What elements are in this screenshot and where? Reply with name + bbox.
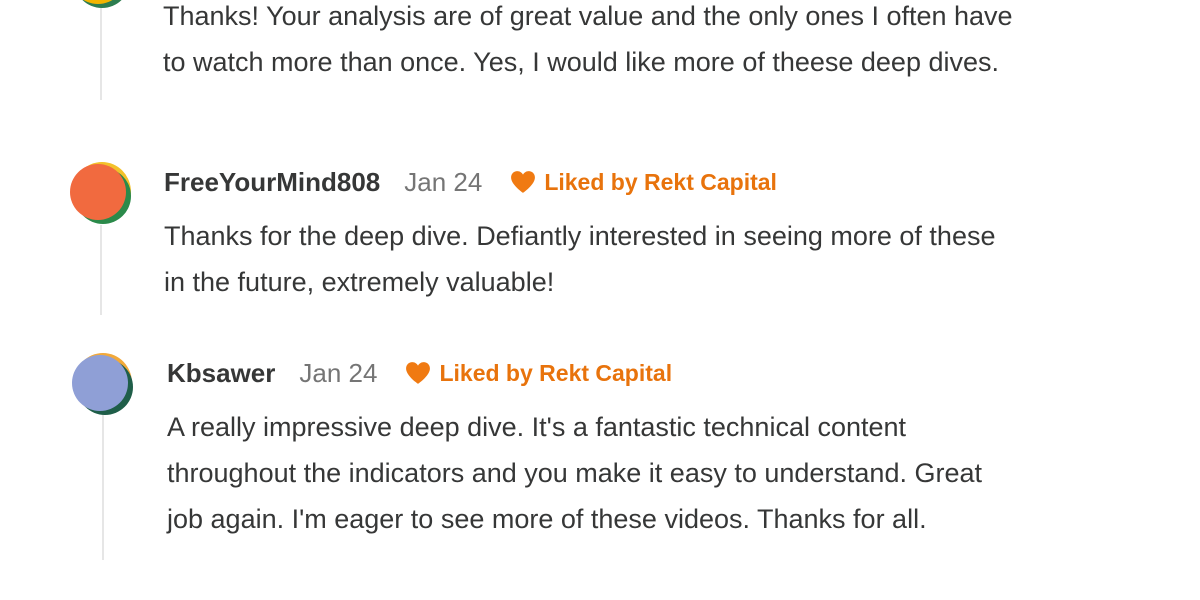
comment-body: A really impressive deep dive. It's a fa… xyxy=(167,404,1127,542)
comment-meta: Kbsawer Jan 24 Liked by Rekt Capital xyxy=(167,357,672,389)
comment-author[interactable]: FreeYourMind808 xyxy=(164,167,380,198)
user-avatar-icon[interactable] xyxy=(72,353,133,415)
comments-page: Thanks! Your analysis are of great value… xyxy=(0,0,1200,600)
thread-line xyxy=(100,0,102,100)
comment-body-line: job again. I'm eager to see more of thes… xyxy=(167,504,927,534)
heart-icon xyxy=(511,171,536,193)
comment-body: Thanks! Your analysis are of great value… xyxy=(163,0,1123,85)
liked-by-badge: Liked by Rekt Capital xyxy=(405,360,672,387)
user-avatar-icon[interactable] xyxy=(70,0,130,8)
comment-body: Thanks for the deep dive. Defiantly inte… xyxy=(164,213,1124,305)
comment-date[interactable]: Jan 24 xyxy=(299,358,377,389)
comment-body-line: Thanks for the deep dive. Defiantly inte… xyxy=(164,221,996,251)
comment-author[interactable]: Kbsawer xyxy=(167,358,275,389)
comment-body-line: in the future, extremely valuable! xyxy=(164,267,555,297)
comment-body-line: Thanks! Your analysis are of great value… xyxy=(163,1,1013,31)
liked-by-label: Liked by Rekt Capital xyxy=(544,168,777,195)
liked-by-badge: Liked by Rekt Capital xyxy=(510,169,777,196)
comment-body-line: to watch more than once. Yes, I would li… xyxy=(163,47,999,77)
heart-icon xyxy=(406,362,431,384)
comment-body-line: throughout the indicators and you make i… xyxy=(167,458,982,488)
liked-by-label: Liked by Rekt Capital xyxy=(439,359,673,386)
comment-date[interactable]: Jan 24 xyxy=(404,167,482,198)
thread-line xyxy=(100,225,102,315)
comment-meta: FreeYourMind808 Jan 24 Liked by Rekt Cap… xyxy=(164,166,777,198)
user-avatar-icon[interactable] xyxy=(70,162,131,224)
comment-body-line: A really impressive deep dive. It's a fa… xyxy=(167,412,907,442)
thread-line xyxy=(102,415,104,560)
